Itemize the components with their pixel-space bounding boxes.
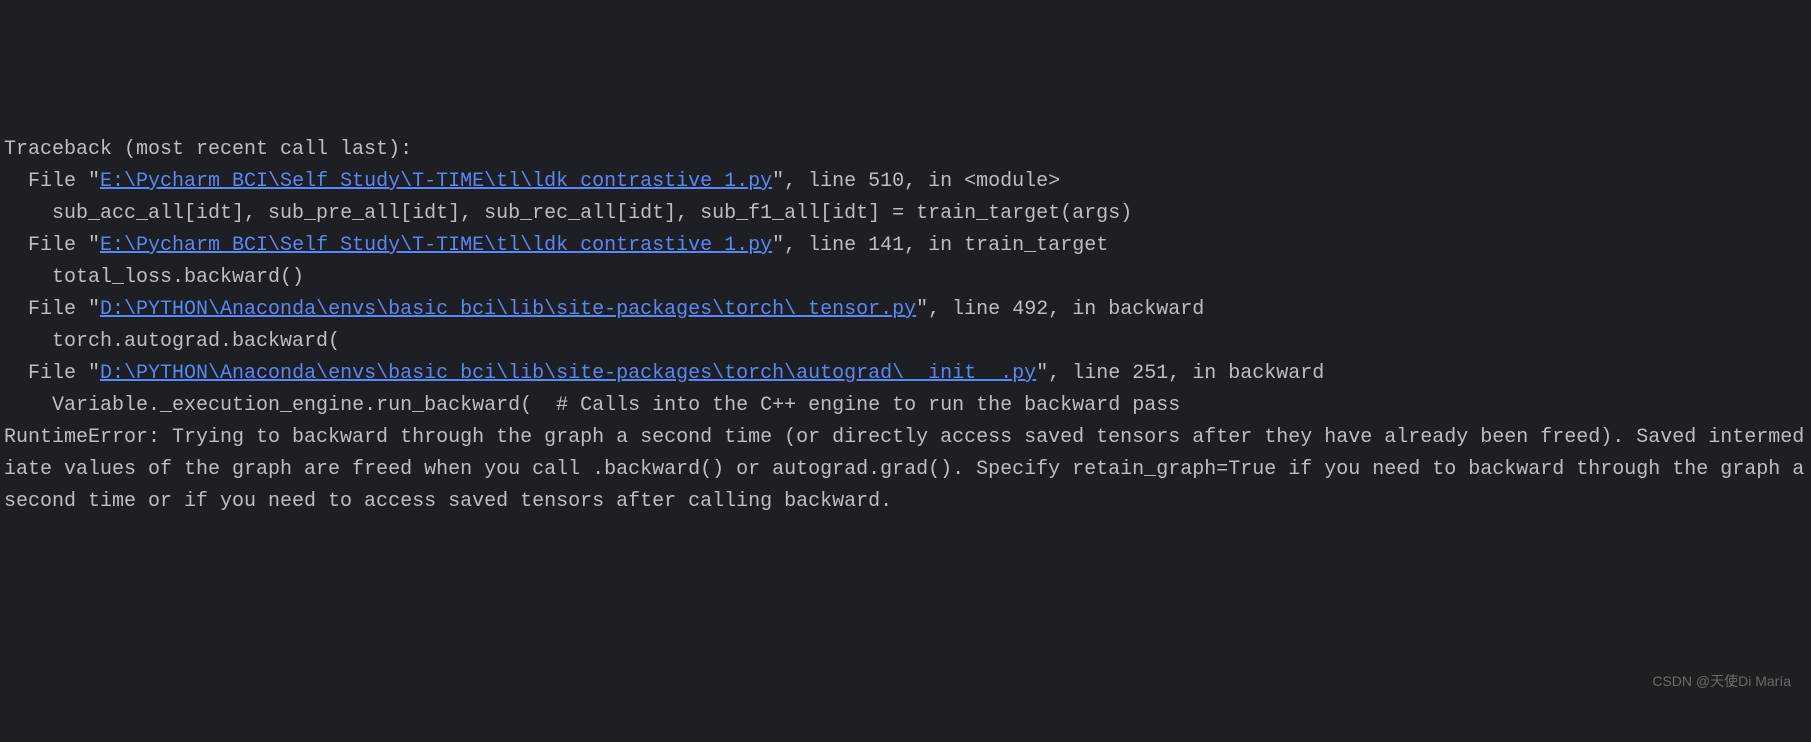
traceback-output: Traceback (most recent call last): File … <box>4 134 1807 518</box>
traceback-header: Traceback (most recent call last): <box>4 134 1807 166</box>
frame-code-line: torch.autograd.backward( <box>4 326 1807 358</box>
frame-file-line: File "E:\Pycharm_BCI\Self_Study\T-TIME\t… <box>4 166 1807 198</box>
frame-file-line: File "D:\PYTHON\Anaconda\envs\basic_bci\… <box>4 358 1807 390</box>
frame-code-line: sub_acc_all[idt], sub_pre_all[idt], sub_… <box>4 198 1807 230</box>
frame-file-line: File "D:\PYTHON\Anaconda\envs\basic_bci\… <box>4 294 1807 326</box>
frame-code-line: total_loss.backward() <box>4 262 1807 294</box>
watermark: CSDN @天使Di María <box>1652 670 1791 692</box>
file-link[interactable]: D:\PYTHON\Anaconda\envs\basic_bci\lib\si… <box>100 298 916 321</box>
frame-file-line: File "E:\Pycharm_BCI\Self_Study\T-TIME\t… <box>4 230 1807 262</box>
error-message: RuntimeError: Trying to backward through… <box>4 422 1807 518</box>
file-link[interactable]: E:\Pycharm_BCI\Self_Study\T-TIME\tl\ldk_… <box>100 234 772 257</box>
file-link[interactable]: D:\PYTHON\Anaconda\envs\basic_bci\lib\si… <box>100 362 1036 385</box>
file-link[interactable]: E:\Pycharm_BCI\Self_Study\T-TIME\tl\ldk_… <box>100 170 772 193</box>
frame-code-line: Variable._execution_engine.run_backward(… <box>4 390 1807 422</box>
